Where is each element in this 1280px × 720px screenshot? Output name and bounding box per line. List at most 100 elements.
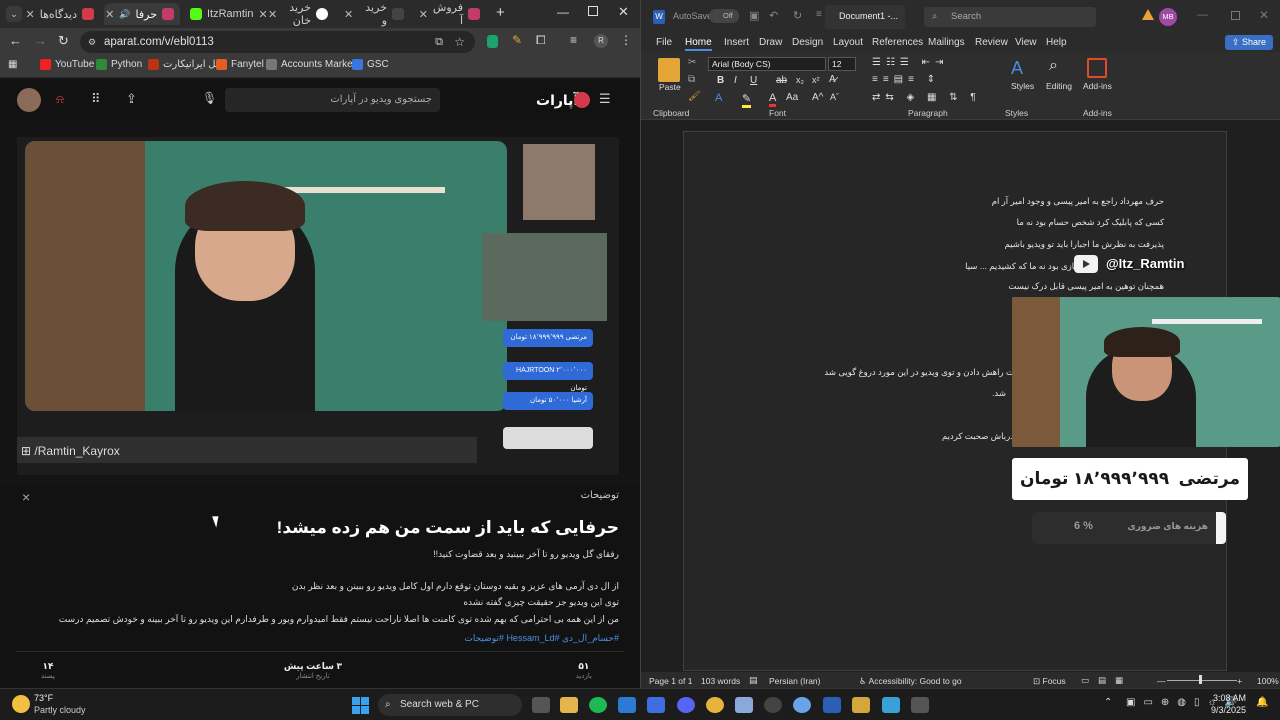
- zoom-slider[interactable]: [1167, 680, 1237, 681]
- close-window-icon[interactable]: ✕: [1259, 8, 1269, 22]
- aparat-logo-icon[interactable]: [574, 92, 590, 108]
- close-tab-icon[interactable]: ✕: [105, 8, 114, 21]
- superscript-icon[interactable]: x²: [812, 75, 820, 85]
- video-player[interactable]: مرتضی ۱۸٬۹۹۹٬۹۹۹ تومان HAJRTOON ۲٬۰۰۰٬۰۰…: [17, 137, 619, 475]
- menu-mailings[interactable]: Mailings: [928, 37, 965, 48]
- bold-icon[interactable]: B: [717, 75, 724, 86]
- autosave-toggle[interactable]: Off: [709, 9, 739, 23]
- qat-more-icon[interactable]: ≡: [816, 9, 822, 20]
- close-tab-icon[interactable]: ✕: [268, 8, 277, 21]
- cut-icon[interactable]: ✂: [688, 57, 696, 68]
- minimize-icon[interactable]: —: [557, 5, 569, 19]
- undo-icon[interactable]: ↶: [769, 9, 778, 22]
- tab-comments[interactable]: دیدگاه‌ها ✕: [26, 3, 100, 25]
- close-tab-icon[interactable]: ✕: [419, 8, 428, 21]
- menu-help[interactable]: Help: [1046, 37, 1067, 48]
- back-icon[interactable]: ←: [9, 33, 22, 48]
- extension-shield-icon[interactable]: [487, 35, 498, 48]
- tray-chevron-icon[interactable]: ⌃: [1104, 697, 1112, 708]
- close-tab-icon[interactable]: ✕: [344, 8, 353, 21]
- zoom-level[interactable]: 100%: [1257, 676, 1279, 686]
- clock-time[interactable]: 3:08 AM: [1208, 693, 1246, 703]
- app-icon[interactable]: [852, 697, 870, 713]
- chrome-icon[interactable]: [706, 697, 724, 713]
- close-description-icon[interactable]: ×: [22, 489, 30, 505]
- vscode-icon[interactable]: [618, 697, 636, 713]
- minimize-icon[interactable]: —: [1197, 9, 1208, 21]
- menu-home[interactable]: Home: [685, 37, 712, 51]
- document-name[interactable]: Document1 -...: [839, 11, 898, 21]
- weather-icon[interactable]: [12, 695, 30, 713]
- close-tab-icon[interactable]: ✕: [26, 8, 35, 21]
- addins-icon[interactable]: [1087, 58, 1107, 78]
- tab-shop-3[interactable]: فروش آ ✕: [414, 2, 486, 27]
- profile-avatar[interactable]: R: [594, 34, 608, 48]
- zoom-out-icon[interactable]: —: [1157, 676, 1166, 686]
- styles-button[interactable]: Styles: [1011, 81, 1034, 91]
- font-size-dropdown[interactable]: 12: [828, 57, 856, 71]
- italic-icon[interactable]: I: [734, 75, 737, 86]
- zoom-in-icon[interactable]: +: [1237, 676, 1242, 686]
- bookmark-iranicard[interactable]: پنل ایرانیکارت: [148, 59, 222, 70]
- file-explorer-icon[interactable]: [560, 697, 578, 713]
- start-button[interactable]: [352, 697, 369, 714]
- text-effects-icon[interactable]: A: [715, 92, 722, 104]
- search-input[interactable]: جستجوی ویدیو در آپارات: [225, 88, 440, 112]
- styles-icon[interactable]: A: [1011, 58, 1023, 79]
- site-info-icon[interactable]: ⚙: [88, 31, 96, 53]
- app-icon[interactable]: [647, 697, 665, 713]
- apps-icon[interactable]: ⠿: [91, 91, 101, 107]
- weather-temp[interactable]: 73°F: [34, 693, 53, 703]
- close-window-icon[interactable]: ✕: [618, 4, 629, 20]
- save-icon[interactable]: ▣: [749, 9, 759, 22]
- tab-shop-1[interactable]: خرید خان ✕: [262, 2, 334, 27]
- app-icon[interactable]: [793, 697, 811, 713]
- focus-button[interactable]: ⊡ Focus: [1033, 676, 1066, 687]
- notification-icon[interactable]: ⍾: [56, 92, 64, 107]
- tab-search-icon[interactable]: ⌄: [6, 6, 22, 22]
- forward-icon[interactable]: →: [34, 33, 47, 48]
- clock-date[interactable]: 9/3/2025: [1204, 705, 1246, 715]
- copy-icon[interactable]: ⧉: [688, 74, 695, 85]
- menu-design[interactable]: Design: [792, 37, 823, 48]
- upload-icon[interactable]: ⇪: [126, 91, 137, 107]
- accessibility-status[interactable]: ♿ Accessibility: Good to go: [859, 676, 962, 687]
- highlight-icon[interactable]: ✎: [742, 92, 752, 108]
- word-taskbar-icon[interactable]: [823, 697, 841, 713]
- user-avatar[interactable]: [17, 88, 41, 112]
- warning-icon[interactable]: [1142, 9, 1154, 20]
- shrink-font-icon[interactable]: Aˇ: [830, 92, 839, 102]
- bookmark-accounts-market[interactable]: Accounts Market: [266, 59, 355, 70]
- menu-kebab-icon[interactable]: ⋮: [620, 33, 632, 47]
- addins-button[interactable]: Add-ins: [1083, 81, 1112, 91]
- menu-file[interactable]: File: [656, 37, 672, 48]
- notepad-icon[interactable]: [882, 697, 900, 713]
- subscript-icon[interactable]: x₂: [796, 75, 804, 85]
- aparat-logo-text[interactable]: آپارات: [536, 92, 578, 109]
- calculator-icon[interactable]: [911, 697, 929, 713]
- bookmark-youtube[interactable]: YouTube: [40, 59, 94, 70]
- obs-icon[interactable]: [764, 697, 782, 713]
- taskbar-search[interactable]: ⌕ Search web & PC: [378, 694, 522, 716]
- apps-grid-icon[interactable]: ▦: [8, 59, 17, 70]
- mic-icon[interactable]: 🎙: [202, 91, 217, 105]
- bookmark-python[interactable]: Python: [96, 59, 142, 70]
- task-view-icon[interactable]: [532, 697, 550, 713]
- bookmark-gsc[interactable]: GSC: [352, 59, 389, 70]
- font-color-icon[interactable]: A: [769, 92, 777, 107]
- paragraph-buttons[interactable]: ⇄⇆ ◈ ▦ ⇅ ¶: [872, 92, 981, 103]
- install-icon[interactable]: ⧉: [435, 31, 443, 53]
- hamburger-menu-icon[interactable]: ☰: [599, 91, 611, 107]
- tab-shop-2[interactable]: خرید و ✕: [338, 2, 410, 27]
- menu-references[interactable]: References: [872, 37, 923, 48]
- word-count[interactable]: 103 words: [701, 676, 740, 686]
- share-button[interactable]: ⇪ Share: [1225, 35, 1273, 50]
- alignment-buttons[interactable]: ≡≡▤≡ ⇕: [872, 74, 940, 85]
- grow-font-icon[interactable]: A^: [812, 92, 823, 103]
- extensions-icon[interactable]: ⧠: [536, 33, 546, 48]
- editing-icon[interactable]: ⌕: [1049, 57, 1058, 75]
- format-painter-icon[interactable]: 🖌: [688, 91, 701, 102]
- maximize-icon[interactable]: [1231, 11, 1240, 20]
- extension-pen-icon[interactable]: ✎: [512, 33, 522, 47]
- app-icon[interactable]: [735, 697, 753, 713]
